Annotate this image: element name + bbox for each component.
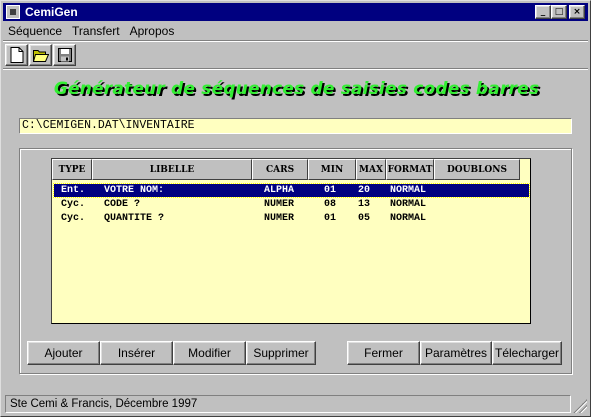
- toolbar-divider: [3, 40, 588, 42]
- cell-libelle: VOTRE NOM:: [104, 185, 165, 196]
- cell-cars: NUMER: [264, 199, 295, 210]
- col-format[interactable]: FORMAT: [386, 159, 434, 180]
- cell-min: 08: [324, 199, 337, 210]
- app-icon[interactable]: [6, 5, 20, 19]
- supprimer-button[interactable]: Supprimer: [246, 341, 316, 365]
- cell-max: 20: [358, 185, 371, 196]
- ajouter-button[interactable]: Ajouter: [27, 341, 100, 365]
- table-row[interactable]: Ent. VOTRE NOM: ALPHA 01 20 NORMAL: [53, 183, 530, 198]
- cell-libelle: QUANTITE ?: [104, 213, 165, 224]
- title-bar[interactable]: CemiGen _ □ ×: [3, 3, 588, 21]
- resize-grip-icon[interactable]: [573, 399, 587, 413]
- cell-max: 13: [358, 199, 371, 210]
- ajouter-label: Ajouter: [44, 346, 83, 360]
- menu-bar: Séquence Transfert Apropos: [3, 22, 179, 40]
- cell-type: Ent.: [61, 185, 86, 196]
- toolbar-bottom-divider: [3, 68, 588, 70]
- cell-doublons: [450, 212, 520, 225]
- toolbar: [5, 44, 76, 66]
- grid-header: TYPE LIBELLE CARS MIN MAX FORMAT DOUBLON…: [52, 159, 520, 180]
- banner-title: Générateur de séquences de saisies codes…: [53, 79, 540, 99]
- save-button[interactable]: [53, 44, 76, 66]
- status-bar: Ste Cemi & Francis, Décembre 1997: [3, 394, 588, 415]
- cell-doublons: [450, 184, 520, 197]
- parametres-button[interactable]: Paramètres: [420, 341, 492, 365]
- col-doublons[interactable]: DOUBLONS: [434, 159, 520, 180]
- cell-type: Cyc.: [61, 199, 86, 210]
- modifier-label: Modifier: [188, 346, 231, 360]
- col-libelle[interactable]: LIBELLE: [92, 159, 252, 180]
- maximize-button[interactable]: □: [551, 5, 567, 19]
- telecharger-label: Télecharger: [494, 346, 560, 360]
- open-button[interactable]: [29, 44, 52, 66]
- col-type[interactable]: TYPE: [52, 159, 92, 180]
- menu-transfert[interactable]: Transfert: [67, 24, 125, 38]
- modifier-button[interactable]: Modifier: [173, 341, 246, 365]
- cell-cars: ALPHA: [264, 185, 295, 196]
- inserer-label: Insérer: [117, 346, 156, 360]
- menu-apropos[interactable]: Apropos: [125, 24, 180, 38]
- cell-doublons: [450, 198, 520, 211]
- supprimer-label: Supprimer: [253, 346, 309, 360]
- col-min[interactable]: MIN: [308, 159, 356, 180]
- cell-format: NORMAL: [390, 199, 427, 210]
- main-window: CemiGen _ □ × Séquence Transfert Apropos: [0, 0, 591, 417]
- table-row[interactable]: Cyc. QUANTITE ? NUMER 01 05 NORMAL: [54, 212, 529, 225]
- minimize-button[interactable]: _: [535, 5, 551, 19]
- fermer-button[interactable]: Fermer: [347, 341, 420, 365]
- save-disk-icon: [57, 48, 72, 62]
- col-max[interactable]: MAX: [356, 159, 386, 180]
- status-text: Ste Cemi & Francis, Décembre 1997: [5, 395, 571, 413]
- table-row[interactable]: Cyc. CODE ? NUMER 08 13 NORMAL: [54, 198, 529, 211]
- path-field[interactable]: C:\CEMIGEN.DAT\INVENTAIRE: [19, 118, 572, 134]
- cell-format: NORMAL: [390, 213, 427, 224]
- inserer-button[interactable]: Insérer: [100, 341, 173, 365]
- window-title: CemiGen: [25, 5, 78, 19]
- cell-min: 01: [324, 185, 337, 196]
- menu-sequence[interactable]: Séquence: [3, 24, 67, 38]
- new-button[interactable]: [5, 44, 28, 66]
- col-cars[interactable]: CARS: [252, 159, 308, 180]
- cell-format: NORMAL: [390, 185, 427, 196]
- cell-max: 05: [358, 213, 371, 224]
- close-button[interactable]: ×: [569, 5, 585, 19]
- window-controls: _ □ ×: [535, 5, 585, 19]
- cell-cars: NUMER: [264, 213, 295, 224]
- cell-type: Cyc.: [61, 213, 86, 224]
- cell-libelle: CODE ?: [104, 199, 141, 210]
- fermer-label: Fermer: [364, 346, 403, 360]
- cell-min: 01: [324, 213, 337, 224]
- new-document-icon: [10, 47, 23, 63]
- sequence-grid[interactable]: TYPE LIBELLE CARS MIN MAX FORMAT DOUBLON…: [51, 158, 531, 324]
- telecharger-button[interactable]: Télecharger: [492, 341, 562, 365]
- open-folder-icon: [32, 50, 49, 62]
- parametres-label: Paramètres: [424, 346, 488, 360]
